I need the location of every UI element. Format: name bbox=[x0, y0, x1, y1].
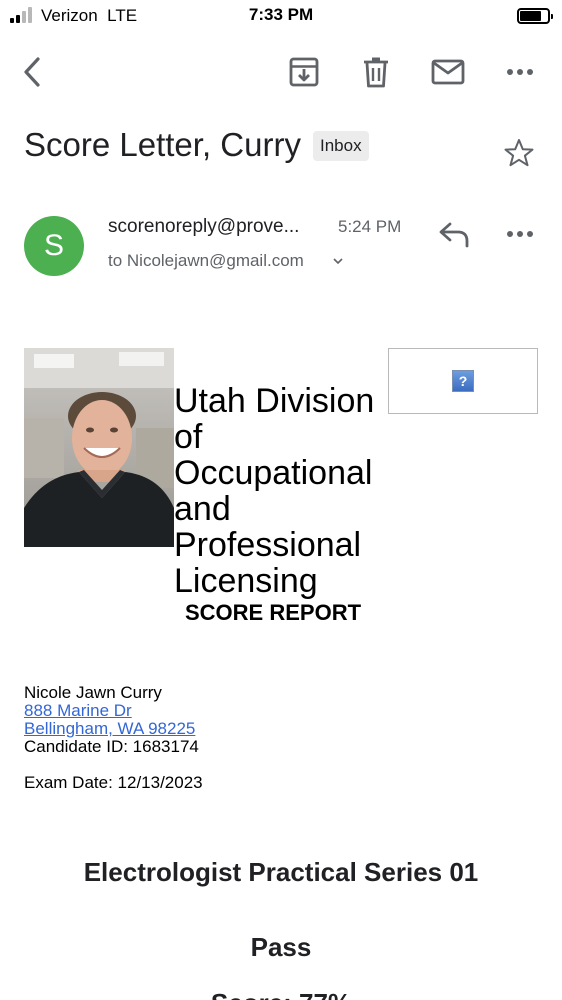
candidate-photo bbox=[24, 348, 174, 547]
organization-name: Utah Division of Occupational and Profes… bbox=[174, 382, 375, 600]
star-icon[interactable] bbox=[503, 137, 535, 169]
status-bar: Verizon LTE 7:33 PM bbox=[0, 0, 562, 32]
back-arrow-icon[interactable] bbox=[20, 56, 46, 88]
address-line2-link[interactable]: Bellingham, WA 98225 bbox=[24, 719, 195, 739]
chevron-down-icon[interactable] bbox=[332, 255, 344, 267]
battery-icon bbox=[517, 8, 553, 24]
more-icon[interactable] bbox=[505, 62, 535, 82]
sender-avatar[interactable]: S bbox=[24, 216, 84, 276]
candidate-name: Nicole Jawn Curry bbox=[24, 683, 162, 702]
email-subject: Score Letter, Curry bbox=[24, 126, 301, 163]
address-line1-link[interactable]: 888 Marine Dr bbox=[24, 701, 132, 721]
broken-image-icon: ? bbox=[452, 370, 474, 392]
exam-score: Score: 77% bbox=[0, 988, 562, 1000]
inbox-label-chip[interactable]: Inbox bbox=[313, 131, 369, 161]
exam-name: Electrologist Practical Series 01 bbox=[83, 857, 479, 887]
broken-image-placeholder: ? bbox=[388, 348, 538, 414]
trash-icon[interactable] bbox=[362, 56, 390, 88]
reply-icon[interactable] bbox=[438, 220, 470, 248]
recipient-line[interactable]: to Nicolejawn@gmail.com bbox=[108, 251, 304, 271]
status-time: 7:33 PM bbox=[248, 5, 314, 24]
exam-date: Exam Date: 12/13/2023 bbox=[24, 773, 203, 792]
archive-icon[interactable] bbox=[289, 57, 319, 87]
message-more-icon[interactable] bbox=[505, 224, 535, 244]
received-time: 5:24 PM bbox=[338, 217, 402, 236]
exam-result: Pass bbox=[250, 932, 312, 962]
sender-address[interactable]: scorenoreply@prove... bbox=[108, 216, 299, 238]
candidate-id: Candidate ID: 1683174 bbox=[24, 737, 199, 756]
mail-icon[interactable] bbox=[431, 59, 465, 85]
report-title: SCORE REPORT bbox=[185, 600, 362, 625]
